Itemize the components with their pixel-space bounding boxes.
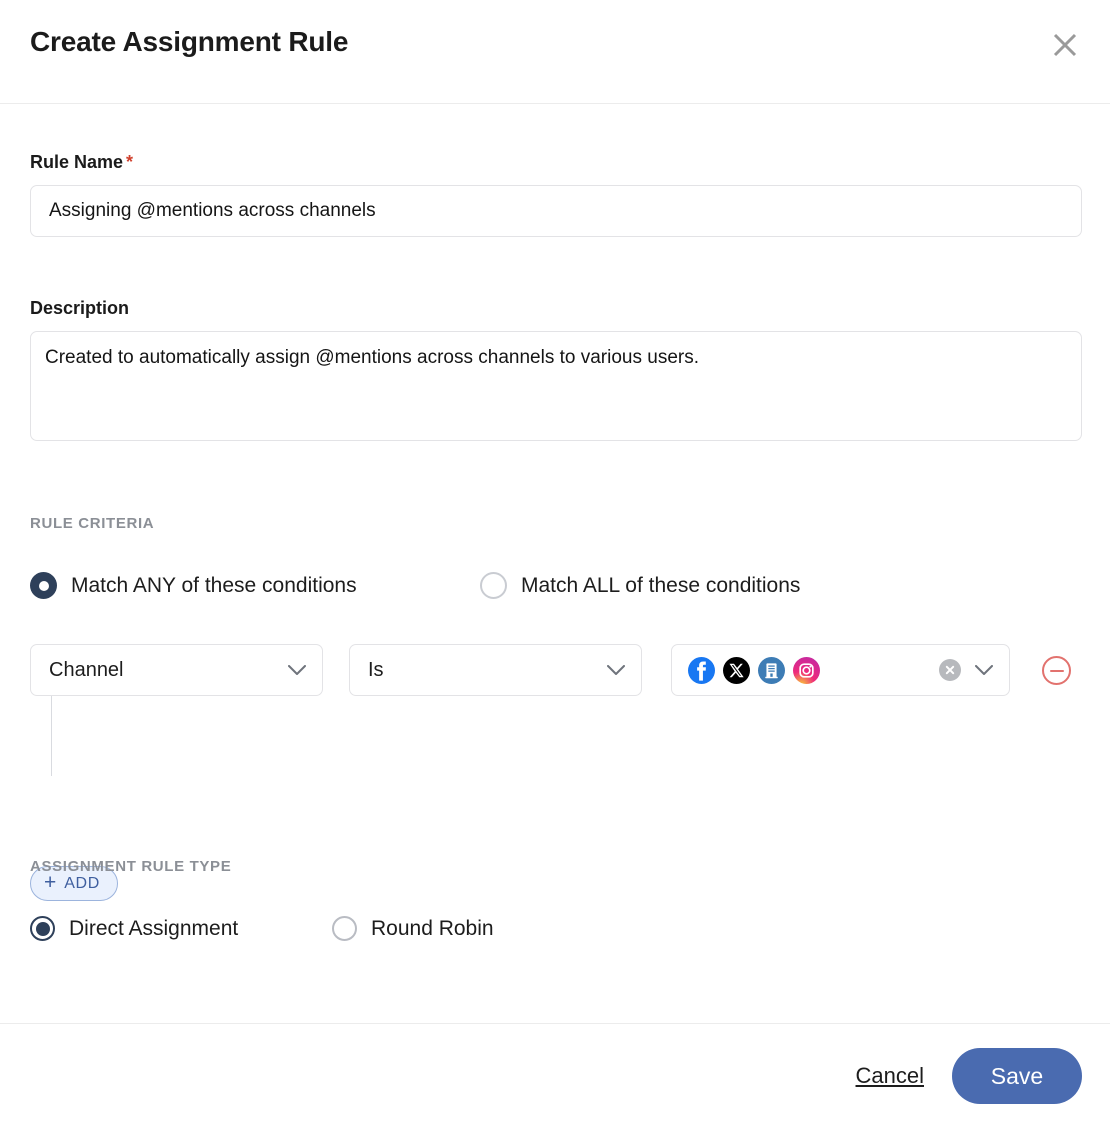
save-button[interactable]: Save [952, 1048, 1082, 1104]
assignment-type-radio-group: Direct Assignment Round Robin [30, 916, 1082, 941]
add-condition-label: ADD [64, 874, 100, 892]
required-marker: * [126, 152, 134, 172]
create-assignment-rule-modal: Create Assignment Rule Rule Name* Descri… [0, 0, 1110, 1128]
modal-header: Create Assignment Rule [0, 0, 1110, 104]
chevron-down-icon [607, 664, 625, 676]
condition-operator-select[interactable]: Is [349, 644, 642, 696]
description-label: Description [30, 298, 130, 318]
condition-operator-value: Is [368, 658, 384, 681]
clear-selection-icon[interactable] [939, 659, 961, 681]
instagram-icon [793, 656, 820, 684]
close-icon [1051, 31, 1079, 59]
description-field-group: Description [30, 298, 1082, 446]
condition-connector-line [51, 696, 52, 776]
x-twitter-icon [723, 656, 750, 684]
modal-body: Rule Name* Description RULE CRITERIA Mat… [0, 104, 1110, 1023]
condition-field-select[interactable]: Channel [30, 644, 323, 696]
condition-values-select[interactable] [671, 644, 1010, 696]
chevron-down-icon [975, 664, 993, 676]
close-button[interactable] [1044, 24, 1086, 66]
rule-criteria-section-title: RULE CRITERIA [30, 515, 155, 532]
facebook-icon [688, 656, 715, 684]
selected-channel-chips [672, 656, 820, 684]
plus-icon: + [44, 871, 57, 894]
chevron-down-icon [288, 664, 306, 676]
rule-name-label: Rule Name * [30, 152, 134, 172]
radio-match-any-label: Match ANY of these conditions [71, 573, 357, 597]
radio-selected-icon [30, 572, 57, 599]
radio-direct-assignment-label: Direct Assignment [69, 916, 239, 940]
rule-name-input[interactable] [30, 185, 1082, 237]
radio-match-any[interactable]: Match ANY of these conditions [30, 572, 480, 599]
radio-unselected-icon [480, 572, 507, 599]
radio-unselected-icon [332, 916, 357, 941]
rule-name-field-group: Rule Name * [30, 152, 1082, 237]
match-mode-radio-group: Match ANY of these conditions Match ALL … [30, 572, 1082, 599]
radio-round-robin-label: Round Robin [371, 916, 494, 940]
page-title: Create Assignment Rule [30, 26, 349, 57]
assignment-rule-type-section-title: ASSIGNMENT RULE TYPE [30, 858, 232, 875]
business-listing-icon [758, 656, 785, 684]
modal-footer: Cancel Save [0, 1023, 1110, 1128]
radio-direct-assignment[interactable]: Direct Assignment [30, 916, 332, 941]
cancel-button[interactable]: Cancel [856, 1063, 924, 1089]
radio-match-all[interactable]: Match ALL of these conditions [480, 572, 800, 599]
radio-round-robin[interactable]: Round Robin [332, 916, 494, 941]
radio-selected-icon [30, 916, 55, 941]
description-input[interactable] [30, 331, 1082, 441]
radio-match-all-label: Match ALL of these conditions [521, 573, 801, 597]
condition-field-value: Channel [49, 658, 124, 681]
remove-condition-button[interactable] [1042, 656, 1071, 685]
